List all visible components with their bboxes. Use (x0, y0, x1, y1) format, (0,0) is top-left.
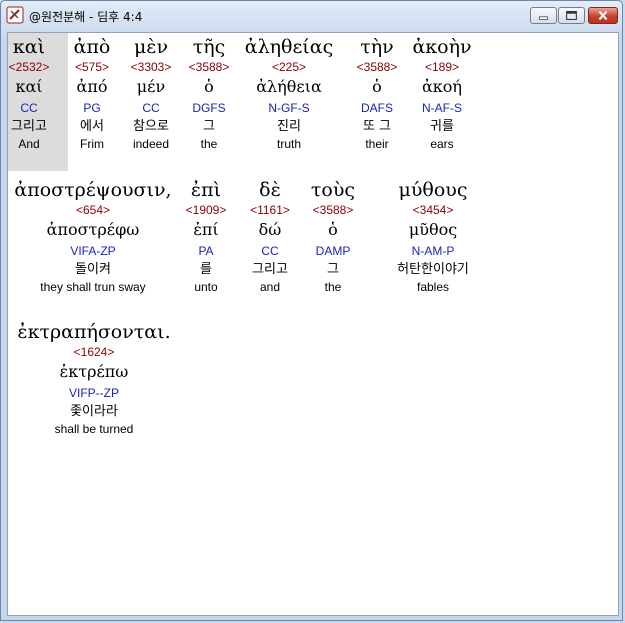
korean-gloss: 좇이라라 (70, 404, 118, 419)
interlinear-view[interactable]: καὶ <2532> καί CC 그리고 And ἀπὸ <575> ἀπό PG 에서 Frim μ… (7, 32, 619, 616)
app-window: @원전분해 - 딤후 4:4 καὶ <2532> καί CC 그리고 And ἀπὸ <5… (0, 0, 623, 621)
english-gloss: fables (416, 280, 450, 294)
strong-number: <1624> (73, 345, 115, 359)
window-title: @원전분해 - 딤후 4:4 (29, 10, 143, 24)
minimize-icon (539, 16, 548, 20)
english-gloss: ears (430, 137, 454, 151)
korean-gloss: 귀를 (430, 119, 454, 134)
close-icon (598, 10, 608, 21)
minimize-button[interactable] (530, 7, 557, 24)
lemma: μῦθος (408, 220, 458, 239)
morphology-code: N-AM-P (411, 244, 455, 258)
strong-number: <189> (424, 60, 460, 74)
greek-word: ἐκτραπήσονται. (17, 321, 171, 343)
interlinear-word[interactable]: μύθους <3454> μῦθος N-AM-P 허탄한이야기 fables (353, 181, 513, 295)
interlinear-word[interactable]: ἀκοὴν <189> ἀκοή N-AF-S 귀를 ears (362, 38, 522, 152)
english-gloss: shall be turned (54, 422, 134, 436)
title-bar[interactable]: @원전분해 - 딤후 4:4 (1, 1, 622, 31)
morphology-code: VIFP--ZP (69, 386, 119, 400)
interlinear-word[interactable]: ἐκτραπήσονται. <1624> ἐκτρέπω VIFP--ZP 좇이라라 s… (14, 323, 174, 437)
strong-number: <3454> (412, 203, 454, 217)
maximize-button[interactable] (558, 7, 585, 24)
close-button[interactable] (588, 7, 618, 24)
app-icon (6, 6, 24, 24)
greek-word: ἀκοὴν (412, 36, 472, 58)
maximize-icon (566, 11, 577, 20)
greek-word: μύθους (398, 179, 468, 201)
lemma: ἀκοή (421, 77, 463, 96)
korean-gloss: 허탄한이야기 (397, 262, 469, 277)
lemma: ἐκτρέπω (59, 362, 129, 381)
morphology-code: N-AF-S (422, 101, 462, 115)
